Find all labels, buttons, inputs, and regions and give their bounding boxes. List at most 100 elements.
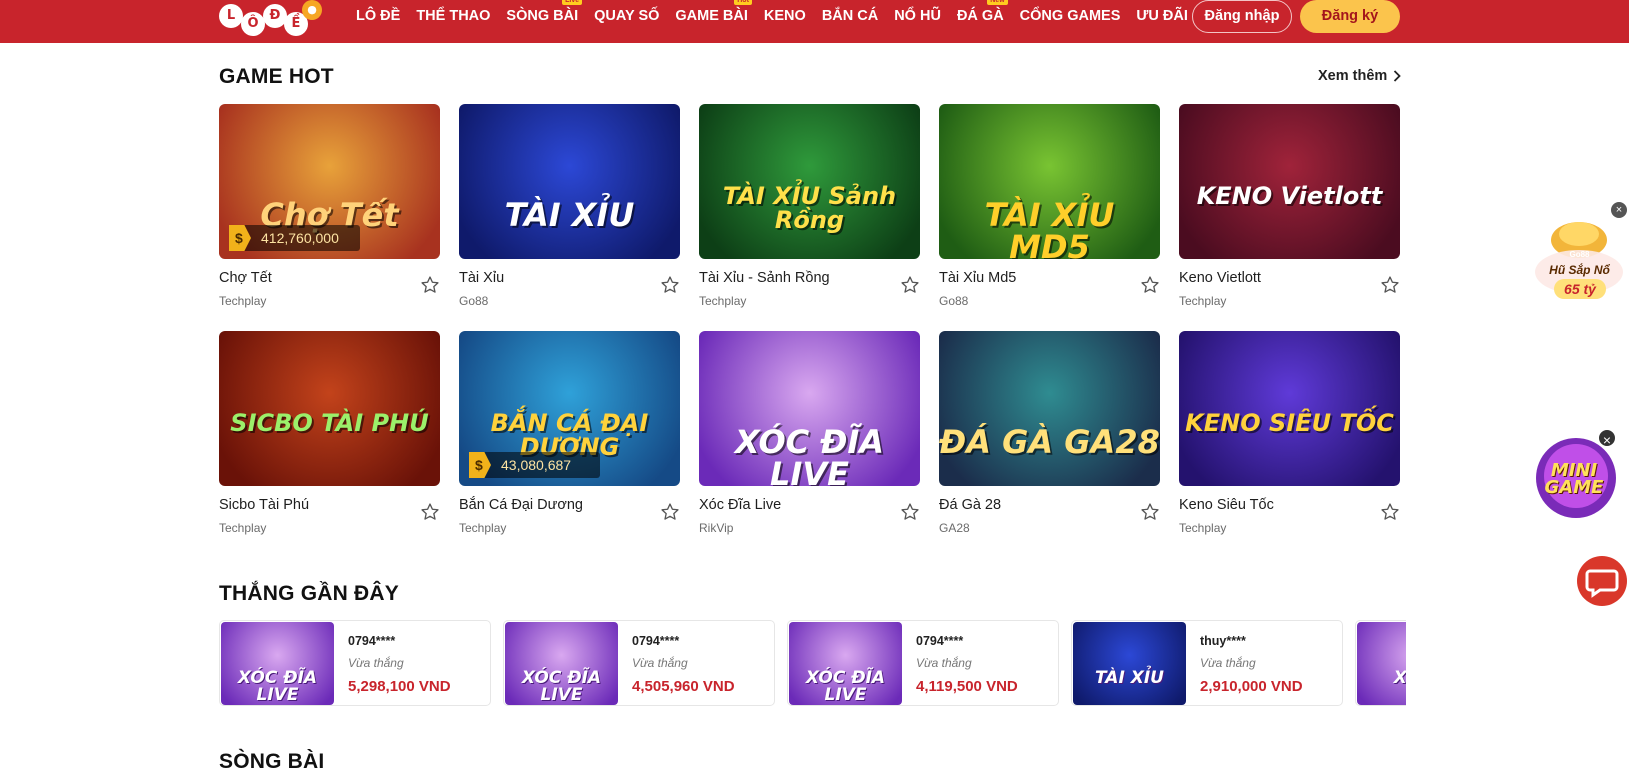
game-card[interactable]: SICBO TÀI PHÚ Sicbo Tài Phú Techplay	[219, 331, 440, 535]
jackpot-value: 43,080,687	[501, 457, 572, 473]
nav-badge: Live	[562, 0, 583, 5]
game-provider: Techplay	[219, 521, 267, 535]
favorite-star-icon[interactable]	[1380, 275, 1400, 295]
site-logo[interactable]: L Ô Đ Ề ●	[219, 0, 324, 38]
recent-win-card[interactable]: XÓC ĐĨA LIVE 0794**** Vừa thắng 4,119,500 V…	[787, 620, 1059, 706]
chat-icon	[1585, 569, 1619, 598]
game-thumbnail-title: TÀI XỈU Sảnh Rồng	[722, 182, 897, 234]
chat-support-button[interactable]	[1577, 556, 1627, 606]
see-more-link[interactable]: Xem thêm	[1318, 68, 1402, 84]
game-card[interactable]: TÀI XỈU Sảnh Rồng Tài Xỉu - Sảnh Rồng Tech…	[699, 104, 920, 308]
jackpot-value: 65 tỷ	[1554, 279, 1606, 299]
game-card[interactable]: XÓC ĐĨA LIVE Xóc Đĩa Live RikVip	[699, 331, 920, 535]
win-label: Vừa thắng	[916, 656, 972, 670]
nav-item[interactable]: CỔNG GAMES	[1012, 0, 1129, 32]
nav-item-label: LÔ ĐỀ	[356, 8, 401, 24]
favorite-star-icon[interactable]	[900, 502, 920, 522]
logo-mini-ball: ●	[302, 0, 322, 20]
favorite-star-icon[interactable]	[1140, 275, 1160, 295]
game-name[interactable]: Tài Xỉu Md5	[939, 270, 1016, 286]
game-thumbnail[interactable]: ĐÁ GÀ GA28	[939, 331, 1160, 486]
jackpot-widget[interactable]: Go88 Hũ Sắp Nổ 65 tỷ	[1532, 210, 1627, 305]
game-name[interactable]: Xóc Đĩa Live	[699, 497, 781, 513]
game-thumbnail[interactable]: TÀI XỈU Sảnh Rồng	[699, 104, 920, 259]
win-game-title: XÓC ĐĨA LIVE	[805, 668, 886, 705]
game-name[interactable]: Sicbo Tài Phú	[219, 497, 309, 513]
nav-item[interactable]: THỂ THAO	[408, 0, 498, 32]
game-thumbnail[interactable]: KENO SIÊU TỐC	[1179, 331, 1400, 486]
nav-item[interactable]: GAME BÀI Hot	[667, 0, 756, 32]
game-card[interactable]: KENO Vietlott Keno Vietlott Techplay	[1179, 104, 1400, 308]
login-button[interactable]: Đăng nhập	[1192, 0, 1292, 33]
game-thumbnail[interactable]: TÀI XỈU	[459, 104, 680, 259]
game-name[interactable]: Tài Xỉu - Sảnh Rồng	[699, 270, 830, 286]
casino-section-title: SÒNG BÀI	[219, 750, 325, 773]
nav-item-label: GAME BÀI	[675, 8, 748, 24]
win-label: Vừa thắng	[1200, 656, 1256, 670]
close-icon[interactable]: ×	[1611, 202, 1627, 218]
favorite-star-icon[interactable]	[420, 502, 440, 522]
favorite-star-icon[interactable]	[900, 275, 920, 295]
game-name[interactable]: Đá Gà 28	[939, 497, 1001, 513]
recent-wins-carousel[interactable]: XÓC ĐĨA LIVE 0794**** Vừa thắng 5,298,100 V…	[219, 620, 1406, 707]
game-card[interactable]: Chợ Tết $412,760,000 Chợ Tết Techplay	[219, 104, 440, 308]
recent-win-card[interactable]: XÓC ĐĨA LIVE 0794**** Vừa thắng 4,505,960 V…	[503, 620, 775, 706]
win-game-thumbnail: XÓC ĐĨA LIVE	[505, 622, 618, 705]
recent-win-card[interactable]: TÀI XỈU thuy**** Vừa thắng 2,910,000 VND	[1071, 620, 1343, 706]
game-thumbnail[interactable]: SICBO TÀI PHÚ	[219, 331, 440, 486]
register-button[interactable]: Đăng ký	[1300, 0, 1400, 33]
game-card[interactable]: BẮN CÁ ĐẠI DƯƠNG $43,080,687 Bắn Cá Đại Dư…	[459, 331, 680, 535]
game-card[interactable]: TÀI XỈU Tài Xỉu Go88	[459, 104, 680, 308]
game-thumbnail[interactable]: XÓC ĐĨA LIVE	[699, 331, 920, 486]
game-card[interactable]: TÀI XỈU MD5 Tài Xỉu Md5 Go88	[939, 104, 1160, 308]
logo-ball: L	[219, 4, 243, 28]
nav-item[interactable]: QUAY SỐ	[586, 0, 667, 32]
nav-item[interactable]: ƯU ĐÃI	[1128, 0, 1196, 32]
recent-win-card[interactable]: XÓC	[1355, 620, 1406, 706]
game-card[interactable]: ĐÁ GÀ GA28 Đá Gà 28 GA28	[939, 331, 1160, 535]
jackpot-brand: Go88	[1569, 250, 1590, 259]
favorite-star-icon[interactable]	[1140, 502, 1160, 522]
game-thumbnail-title: ĐÁ GÀ GA28	[939, 423, 1160, 461]
game-provider: Techplay	[219, 294, 267, 308]
nav-item-label: THỂ THAO	[416, 8, 491, 24]
win-game-thumbnail: TÀI XỈU	[1073, 622, 1186, 705]
game-card[interactable]: KENO SIÊU TỐC Keno Siêu Tốc Techplay	[1179, 331, 1400, 535]
game-name[interactable]: Keno Vietlott	[1179, 270, 1261, 286]
favorite-star-icon[interactable]	[1380, 502, 1400, 522]
favorite-star-icon[interactable]	[660, 502, 680, 522]
game-thumbnail-title: TÀI XỈU MD5	[984, 196, 1115, 259]
game-thumbnail[interactable]: KENO Vietlott	[1179, 104, 1400, 259]
game-provider: Go88	[939, 294, 969, 308]
nav-item[interactable]: SÒNG BÀI Live	[498, 0, 586, 32]
game-name[interactable]: Chợ Tết	[219, 270, 272, 286]
game-thumbnail[interactable]: TÀI XỈU MD5	[939, 104, 1160, 259]
nav-item-label: BẮN CÁ	[821, 8, 879, 24]
game-thumbnail[interactable]: BẮN CÁ ĐẠI DƯƠNG $43,080,687	[459, 331, 680, 486]
dollar-icon: $	[229, 225, 251, 251]
game-name[interactable]: Keno Siêu Tốc	[1179, 497, 1274, 513]
game-hot-title: GAME HOT	[219, 65, 334, 88]
nav-item[interactable]: ĐÁ GÀ New	[949, 0, 1012, 32]
favorite-star-icon[interactable]	[660, 275, 680, 295]
game-thumbnail[interactable]: Chợ Tết $412,760,000	[219, 104, 440, 259]
nav-item[interactable]: BẮN CÁ	[814, 0, 886, 32]
favorite-star-icon[interactable]	[420, 275, 440, 295]
recent-win-card[interactable]: XÓC ĐĨA LIVE 0794**** Vừa thắng 5,298,100 V…	[219, 620, 491, 706]
game-provider: RikVip	[699, 521, 734, 535]
nav-item-label: NỔ HŨ	[894, 8, 941, 24]
win-amount: 2,910,000 VND	[1200, 678, 1303, 695]
jackpot-label: Hũ Sắp Nổ	[1549, 263, 1610, 277]
nav-item[interactable]: KENO	[756, 0, 814, 32]
win-game-title: XÓC ĐĨA LIVE	[237, 668, 318, 705]
win-username: 0794****	[916, 634, 964, 648]
win-amount: 5,298,100 VND	[348, 678, 451, 695]
close-icon[interactable]: ×	[1597, 428, 1617, 448]
nav-item[interactable]: LÔ ĐỀ	[348, 0, 408, 32]
win-username: 0794****	[632, 634, 680, 648]
game-name[interactable]: Tài Xỉu	[459, 270, 504, 286]
nav-item[interactable]: NỔ HŨ	[886, 0, 949, 32]
game-provider: Techplay	[1179, 521, 1227, 535]
game-name[interactable]: Bắn Cá Đại Dương	[459, 497, 583, 513]
win-game-title: XÓC	[1393, 668, 1406, 688]
